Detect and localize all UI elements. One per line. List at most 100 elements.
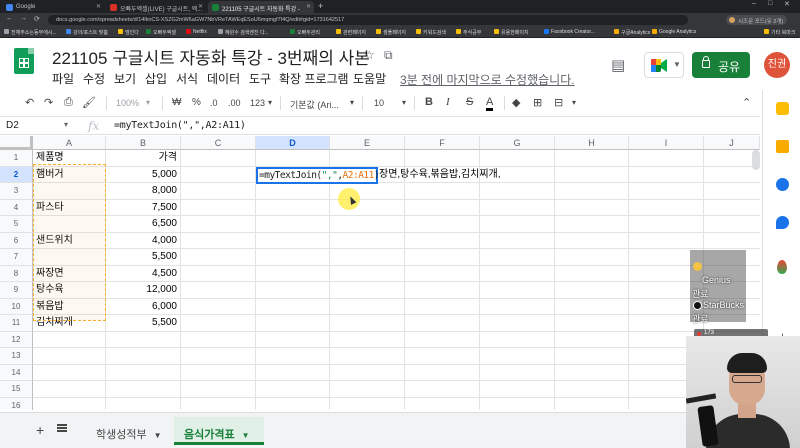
cell-b4[interactable]: 7,500	[106, 200, 181, 216]
row-header-5[interactable]: 5	[0, 216, 33, 233]
cell-b10[interactable]: 6,000	[106, 299, 181, 315]
column-header-c[interactable]: C	[181, 136, 256, 150]
row-header-12[interactable]: 12	[0, 331, 33, 348]
bookmark-item[interactable]: 샘플페이지	[376, 29, 406, 36]
paint-format-icon[interactable]: 🖌	[82, 96, 96, 109]
bookmark-item[interactable]: 엠인다	[118, 29, 139, 36]
browser-tab-sheets[interactable]: 221105 구글시트 자동화 특강 - ✕	[208, 1, 314, 13]
close-tab-icon[interactable]: ✕	[306, 3, 311, 10]
row-header-13[interactable]: 13	[0, 348, 33, 365]
row-header-9[interactable]: 9	[0, 282, 33, 299]
row-header-3[interactable]: 3	[0, 183, 33, 200]
close-tab-icon[interactable]: ✕	[198, 3, 203, 10]
bold-button[interactable]: B	[425, 96, 433, 108]
last-edit-link[interactable]: 3분 전에 마지막으로 수정했습니다.	[400, 71, 575, 88]
number-format-select[interactable]: 123	[250, 98, 265, 108]
back-icon[interactable]: ←	[6, 15, 13, 22]
sheet-tab-food-prices[interactable]: 음식가격표 ▼	[174, 417, 264, 445]
bookmark-item[interactable]: 유용한페이지	[494, 29, 529, 36]
menu-extensions[interactable]: 확장 프로그램	[279, 70, 349, 87]
column-header-g[interactable]: G	[480, 136, 555, 150]
name-box[interactable]: D2	[6, 120, 19, 131]
print-icon[interactable]: ⎙	[64, 96, 73, 109]
bookmark-item[interactable]: Netflix	[186, 29, 207, 35]
row-header-6[interactable]: 6	[0, 232, 33, 249]
bookmark-item[interactable]: 전체주소는동부에시...	[4, 29, 57, 36]
fill-color-icon[interactable]: ◆	[512, 96, 520, 109]
collapse-menu-icon[interactable]: ⌃	[742, 96, 751, 109]
cell-b1[interactable]: 가격	[106, 150, 181, 166]
cell-b5[interactable]: 6,500	[106, 216, 181, 232]
forward-icon[interactable]: →	[20, 15, 27, 22]
minimize-button[interactable]: –	[752, 0, 756, 7]
column-header-e[interactable]: E	[330, 136, 405, 150]
vertical-scrollbar[interactable]	[752, 150, 760, 170]
close-window-button[interactable]: ✕	[784, 0, 790, 8]
undo-icon[interactable]: ↶	[25, 96, 34, 109]
column-header-f[interactable]: F	[405, 136, 480, 150]
close-tab-icon[interactable]: ✕	[96, 3, 101, 10]
column-header-j[interactable]: J	[704, 136, 760, 150]
menu-data[interactable]: 데이터	[207, 70, 240, 87]
cell-b2[interactable]: 5,000	[106, 167, 181, 183]
borders-icon[interactable]: ⊞	[533, 96, 542, 109]
profile-button[interactable]: 시즈문 포드(유 2개)	[726, 15, 788, 25]
cell-b3[interactable]: 8,000	[106, 183, 181, 199]
document-title[interactable]: 221105 구글시트 자동화 특강 - 3번째의 사본	[52, 44, 370, 69]
maps-icon[interactable]	[777, 260, 787, 274]
new-tab-button[interactable]: +	[318, 1, 323, 11]
italic-button[interactable]: I	[446, 96, 450, 108]
row-header-14[interactable]: 14	[0, 364, 33, 381]
row-header-2[interactable]: 2	[0, 166, 33, 183]
bookmark-item[interactable]: 기타 북마크	[764, 29, 795, 36]
cell-b7[interactable]: 5,500	[106, 249, 181, 265]
add-sheet-button[interactable]: +	[36, 422, 44, 438]
formula-input[interactable]: =myTextJoin(",",A2:A11)	[114, 120, 246, 131]
bookmark-item[interactable]: 키워드검색	[416, 29, 446, 36]
reload-icon[interactable]: ⟳	[34, 15, 40, 23]
calendar-icon[interactable]	[776, 102, 789, 115]
bookmark-item[interactable]: 관련페이지	[336, 29, 366, 36]
bookmark-item[interactable]: Facebook Creator...	[544, 29, 595, 35]
active-cell-editor[interactable]: =myTextJoin(",",A2:A11)	[256, 167, 380, 184]
row-header-1[interactable]: 1	[0, 150, 33, 167]
row-header-4[interactable]: 4	[0, 199, 33, 216]
cell-b8[interactable]: 4,500	[106, 266, 181, 282]
maximize-button[interactable]: □	[768, 0, 772, 7]
move-folder-icon[interactable]: ⧉	[384, 48, 393, 63]
share-button[interactable]: 공유	[692, 52, 750, 78]
meet-button[interactable]: ▼	[644, 52, 684, 78]
column-header-a[interactable]: A	[33, 136, 106, 150]
font-family-select[interactable]: 기본값 (Ari...	[290, 98, 339, 111]
bookmark-item[interactable]: 혜원수 검색엔진 다...	[218, 29, 269, 36]
strikethrough-button[interactable]: S	[466, 96, 473, 108]
column-header-d[interactable]: D	[256, 136, 330, 150]
cell-b9[interactable]: 12,000	[106, 282, 181, 298]
bookmark-item[interactable]: 오빠두엑셀	[146, 29, 176, 36]
url-input[interactable]: docs.google.com/spreadsheets/d/14lknCS-X…	[48, 15, 688, 25]
row-header-15[interactable]: 15	[0, 381, 33, 398]
sheet-tab-students[interactable]: 학생성적부 ▼	[86, 417, 170, 445]
menu-file[interactable]: 파일	[52, 70, 74, 87]
zoom-select[interactable]: 100%	[116, 98, 139, 108]
font-size-select[interactable]: 10	[374, 98, 384, 108]
redo-icon[interactable]: ↷	[44, 96, 53, 109]
column-header-i[interactable]: I	[629, 136, 704, 150]
currency-format-button[interactable]: ₩	[172, 97, 181, 108]
comment-history-icon[interactable]: ▤	[611, 56, 625, 74]
bookmark-item[interactable]: 강의/포스트 맞춤	[66, 29, 108, 36]
tasks-icon[interactable]	[776, 178, 789, 191]
cell-b11[interactable]: 5,500	[106, 315, 181, 331]
account-avatar[interactable]: 진권	[764, 52, 790, 78]
keep-icon[interactable]	[776, 140, 789, 153]
percent-format-button[interactable]: %	[192, 97, 201, 108]
menu-edit[interactable]: 수정	[83, 70, 105, 87]
row-header-8[interactable]: 8	[0, 265, 33, 282]
bookmark-item[interactable]: Google Analytics	[652, 29, 696, 35]
row-header-16[interactable]: 16	[0, 397, 33, 410]
sheets-logo-icon[interactable]	[14, 48, 34, 74]
select-all-corner[interactable]	[0, 136, 33, 150]
contacts-icon[interactable]	[776, 216, 789, 229]
star-icon[interactable]: ☆	[364, 48, 375, 62]
row-header-11[interactable]: 11	[0, 315, 33, 332]
